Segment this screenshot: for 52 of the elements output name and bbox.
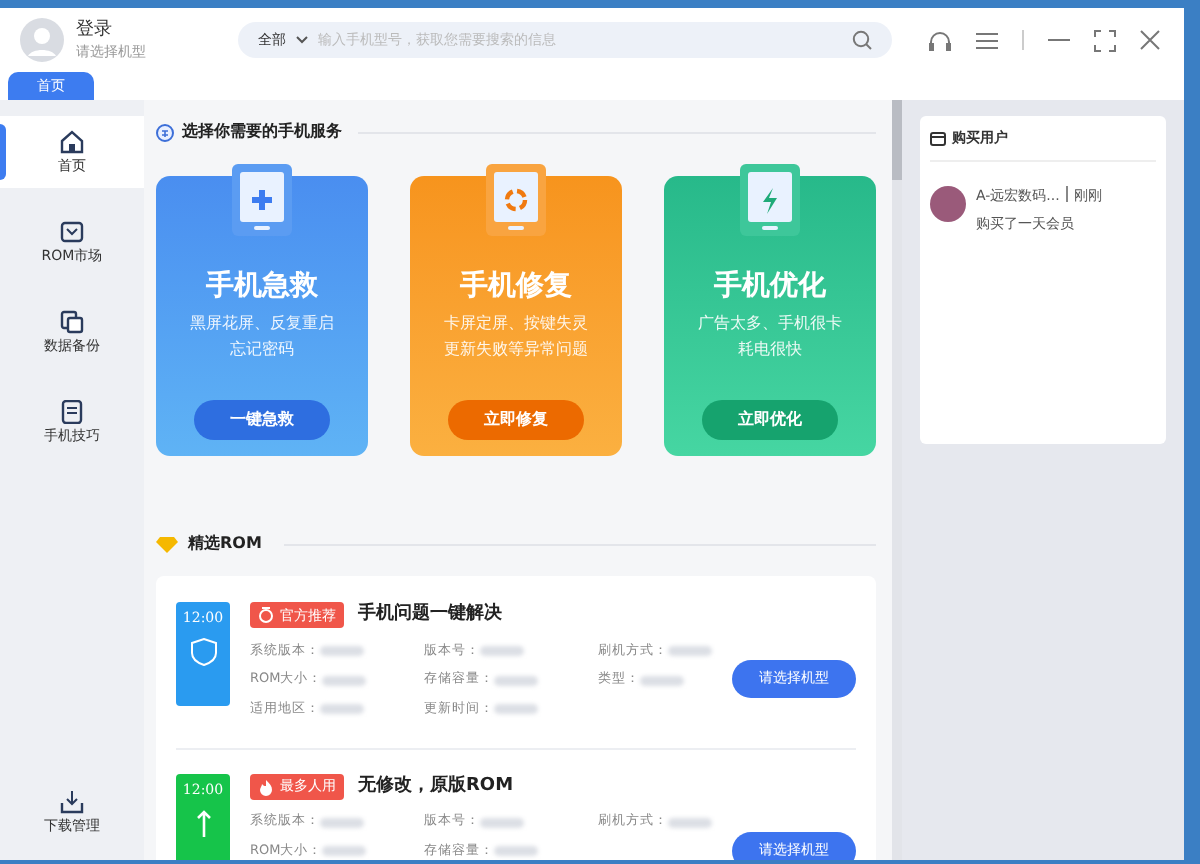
- blurred-value: [322, 675, 367, 686]
- blurred-value: [494, 704, 538, 715]
- search-icon: [852, 30, 872, 50]
- avatar: [930, 185, 966, 221]
- coin-icon: [156, 123, 174, 141]
- section-title: 精选ROM: [188, 532, 262, 556]
- card-title: 手机优化: [714, 272, 826, 300]
- card-description: 忘记密码: [230, 338, 294, 360]
- login-link[interactable]: 登录: [76, 21, 216, 39]
- phone-lightning-icon: [740, 164, 800, 236]
- caret-icon: [296, 36, 308, 44]
- close-icon: [1140, 30, 1160, 50]
- blurred-value: [640, 675, 684, 686]
- card-title: 手机修复: [460, 272, 572, 300]
- flame-icon: [258, 777, 274, 797]
- copy-icon: [60, 310, 84, 334]
- card-description: 黑屏花屏、反复重启: [190, 312, 334, 334]
- blurred-value: [494, 846, 538, 857]
- card-title: 手机急救: [206, 272, 318, 300]
- section-title: 选择你需要的手机服务: [182, 120, 342, 144]
- phone-repair-icon: [486, 164, 546, 236]
- blurred-value: [320, 817, 364, 828]
- fullscreen-icon: [1094, 29, 1116, 51]
- blurred-value: [494, 675, 538, 686]
- scrollbar-thumb[interactable]: [892, 100, 902, 180]
- headset-icon: [928, 29, 952, 51]
- card-description: 耗电很快: [738, 338, 802, 360]
- medal-icon: [258, 605, 274, 626]
- service-button[interactable]: 一键急救: [194, 400, 330, 440]
- card-description: 广告太多、手机很卡: [698, 312, 842, 334]
- card-description: 卡屏定屏、按键失灵: [444, 312, 588, 334]
- blurred-value: [320, 645, 364, 656]
- inbox-icon: [60, 220, 84, 244]
- blurred-value: [668, 817, 712, 828]
- blurred-value: [322, 846, 367, 857]
- document-icon: [60, 400, 84, 424]
- phone-plus-icon: [232, 164, 292, 236]
- rom-title: 无修改，原版ROM: [358, 773, 514, 800]
- download-icon: [60, 790, 84, 814]
- diamond-icon: [156, 535, 178, 553]
- blurred-value: [668, 645, 712, 656]
- minimize-icon: [1048, 38, 1070, 42]
- blurred-value: [480, 645, 524, 656]
- blurred-value: [480, 817, 524, 828]
- menu-icon: [976, 31, 998, 49]
- blurred-value: [320, 704, 364, 715]
- rom-title: 手机问题一键解决: [358, 602, 502, 628]
- home-icon: [60, 130, 84, 154]
- selection-indicator: [0, 124, 6, 180]
- card-description: 更新失败等异常问题: [444, 338, 588, 360]
- avatar-icon: [20, 18, 64, 62]
- phone-shield-icon: [189, 638, 217, 666]
